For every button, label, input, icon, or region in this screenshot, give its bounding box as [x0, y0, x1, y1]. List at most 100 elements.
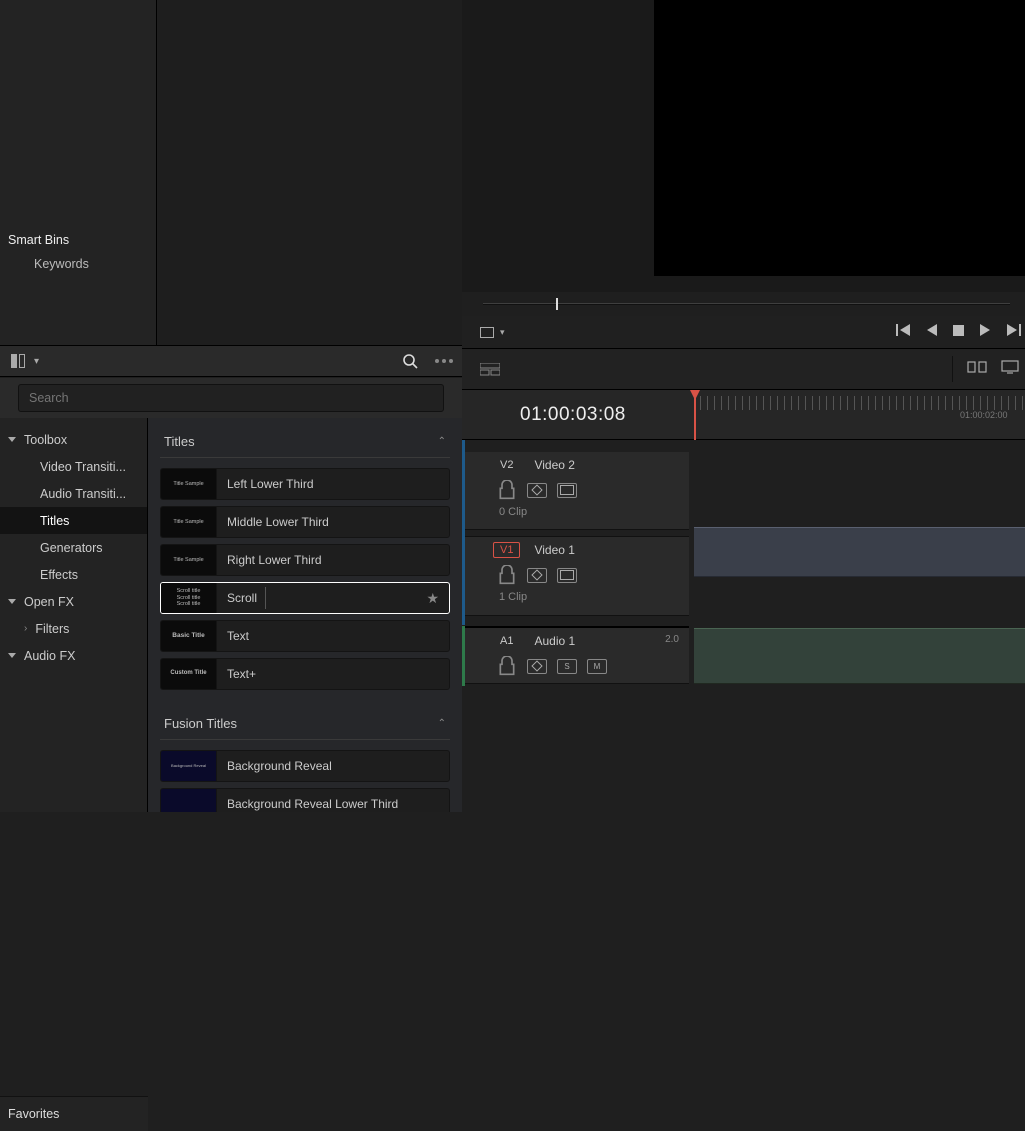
- fusion-label: Background Reveal: [217, 759, 332, 773]
- effects-category[interactable]: Effects: [0, 561, 147, 588]
- title-label: Middle Lower Third: [217, 515, 329, 529]
- title-label: Text: [217, 629, 249, 643]
- collapse-caret-icon[interactable]: ⌃: [438, 718, 446, 729]
- step-back-icon[interactable]: [926, 323, 937, 341]
- title-label: Text+: [217, 667, 256, 681]
- titles-section-label: Titles: [164, 434, 195, 449]
- panel-layout-chevron-icon[interactable]: ▾: [34, 356, 39, 367]
- track-name-a1: Audio 1: [534, 634, 575, 648]
- effects-search-row: [0, 378, 462, 418]
- media-pool-toolbar: ▾: [0, 345, 462, 377]
- timeline-view-icon[interactable]: [480, 363, 500, 376]
- auto-select-icon[interactable]: [527, 659, 547, 674]
- title-thumb: Title Sample: [161, 469, 217, 499]
- audio-clip-a1[interactable]: [694, 628, 1025, 684]
- panel-layout-icon[interactable]: [8, 351, 28, 371]
- go-end-icon[interactable]: [1007, 323, 1021, 341]
- titles-category[interactable]: Titles: [0, 507, 147, 534]
- monitor-icon[interactable]: [1001, 360, 1019, 379]
- favorite-star-icon[interactable]: ★: [426, 590, 439, 607]
- track-tag-v2[interactable]: V2: [493, 457, 520, 473]
- video-transitions-category[interactable]: Video Transiti...: [0, 453, 148, 480]
- audiofx-category[interactable]: Audio FX: [0, 642, 147, 669]
- filters-category[interactable]: ›Filters: [0, 615, 147, 642]
- track-v1-header[interactable]: V1 Video 1 1 Clip: [465, 536, 689, 616]
- title-thumb: Title Sample: [161, 507, 217, 537]
- keywords-bin[interactable]: Keywords: [8, 257, 148, 271]
- divider: [265, 587, 266, 609]
- play-icon[interactable]: [980, 323, 991, 341]
- titles-section-header[interactable]: Titles ⌃: [160, 426, 450, 458]
- timecode-display[interactable]: 01:00:03:08: [520, 404, 626, 426]
- solo-button[interactable]: S: [557, 659, 577, 674]
- viewer-scrub-bar[interactable]: [462, 292, 1025, 316]
- title-thumb: Custom Title: [161, 659, 217, 689]
- fusion-thumb: [161, 789, 217, 812]
- clip-count-v1: 1 Clip: [465, 587, 689, 609]
- lock-icon[interactable]: [497, 568, 517, 583]
- fusion-item-background-reveal[interactable]: Background Reveal Background Reveal: [160, 750, 450, 782]
- video-clip-v1[interactable]: [694, 527, 1025, 577]
- title-thumb: Title Sample: [161, 545, 217, 575]
- dual-view-icon[interactable]: [967, 360, 987, 379]
- title-thumb: Basic Title: [161, 621, 217, 651]
- lock-icon[interactable]: [497, 659, 517, 674]
- clip-count-v2: 0 Clip: [465, 502, 689, 524]
- track-v2-header[interactable]: V2 Video 2 0 Clip: [465, 452, 689, 530]
- audio-transitions-category[interactable]: Audio Transiti...: [0, 480, 148, 507]
- openfx-category[interactable]: Open FX: [0, 588, 147, 615]
- fusion-thumb: Background Reveal: [161, 751, 217, 781]
- track-display-icon[interactable]: [557, 483, 577, 498]
- track-display-icon[interactable]: [557, 568, 577, 583]
- media-pool-bins-panel: [0, 0, 157, 223]
- scrub-playhead[interactable]: [556, 298, 558, 310]
- smart-bins-header: Smart Bins: [8, 229, 148, 257]
- viewer-screen[interactable]: [654, 0, 1025, 276]
- fusion-item-background-reveal-lower-third[interactable]: Background Reveal Lower Third: [160, 788, 450, 812]
- track-tag-a1[interactable]: A1: [493, 633, 520, 649]
- ruler-label: 01:00:02:00: [960, 410, 1008, 420]
- more-options-icon[interactable]: [434, 351, 454, 371]
- title-item-middle-lower-third[interactable]: Title Sample Middle Lower Third: [160, 506, 450, 538]
- title-thumb: Scroll title Scroll title Scroll title: [161, 583, 217, 613]
- favorites-label[interactable]: Favorites: [8, 1107, 59, 1121]
- title-label: Scroll: [217, 591, 257, 605]
- timeline-toolbar: [462, 348, 1025, 390]
- generators-category[interactable]: Generators: [0, 534, 147, 561]
- smart-bins-panel: Smart Bins Keywords: [0, 223, 157, 345]
- fusion-titles-section-header[interactable]: Fusion Titles ⌃: [160, 708, 450, 740]
- viewer-transport-bar: ▾ ‹ ›: [462, 316, 1025, 348]
- crop-tool-icon[interactable]: ▾: [480, 327, 505, 338]
- title-item-text-plus[interactable]: Custom Title Text+: [160, 658, 450, 690]
- auto-select-icon[interactable]: [527, 483, 547, 498]
- collapse-caret-icon[interactable]: ⌃: [438, 436, 446, 447]
- go-start-icon[interactable]: [896, 323, 910, 341]
- viewer-panel: [462, 0, 1025, 292]
- toolbox-category[interactable]: Toolbox: [0, 426, 147, 453]
- track-name-v1: Video 1: [534, 543, 574, 557]
- title-label: Right Lower Third: [217, 553, 322, 567]
- search-icon[interactable]: [400, 351, 420, 371]
- mute-button[interactable]: M: [587, 659, 607, 674]
- effects-category-tree: Toolbox Video Transiti... Audio Transiti…: [0, 418, 148, 812]
- auto-select-icon[interactable]: [527, 568, 547, 583]
- toolbar-divider: [952, 356, 953, 382]
- effects-items-list: Titles ⌃ Title Sample Left Lower Third T…: [148, 418, 462, 812]
- fusion-titles-label: Fusion Titles: [164, 716, 237, 731]
- timeline-tracks: V2 Video 2 0 Clip V1 Video 1 1 Clip 2.0 …: [462, 440, 1025, 812]
- fusion-label: Background Reveal Lower Third: [217, 797, 398, 811]
- stop-icon[interactable]: [953, 323, 964, 341]
- title-item-text[interactable]: Basic Title Text: [160, 620, 450, 652]
- media-pool-clips-panel: [158, 0, 462, 345]
- audio-meter-value: 2.0: [665, 634, 679, 645]
- effects-search-input[interactable]: [18, 384, 444, 412]
- lock-icon[interactable]: [497, 483, 517, 498]
- track-a1-header[interactable]: 2.0 A1 Audio 1 S M: [465, 626, 689, 684]
- title-item-left-lower-third[interactable]: Title Sample Left Lower Third: [160, 468, 450, 500]
- title-item-right-lower-third[interactable]: Title Sample Right Lower Third: [160, 544, 450, 576]
- title-label: Left Lower Third: [217, 477, 314, 491]
- track-tag-v1[interactable]: V1: [493, 542, 520, 558]
- track-name-v2: Video 2: [534, 458, 574, 472]
- timeline-ruler[interactable]: 01:00:02:00: [694, 390, 1025, 440]
- title-item-scroll[interactable]: Scroll title Scroll title Scroll title S…: [160, 582, 450, 614]
